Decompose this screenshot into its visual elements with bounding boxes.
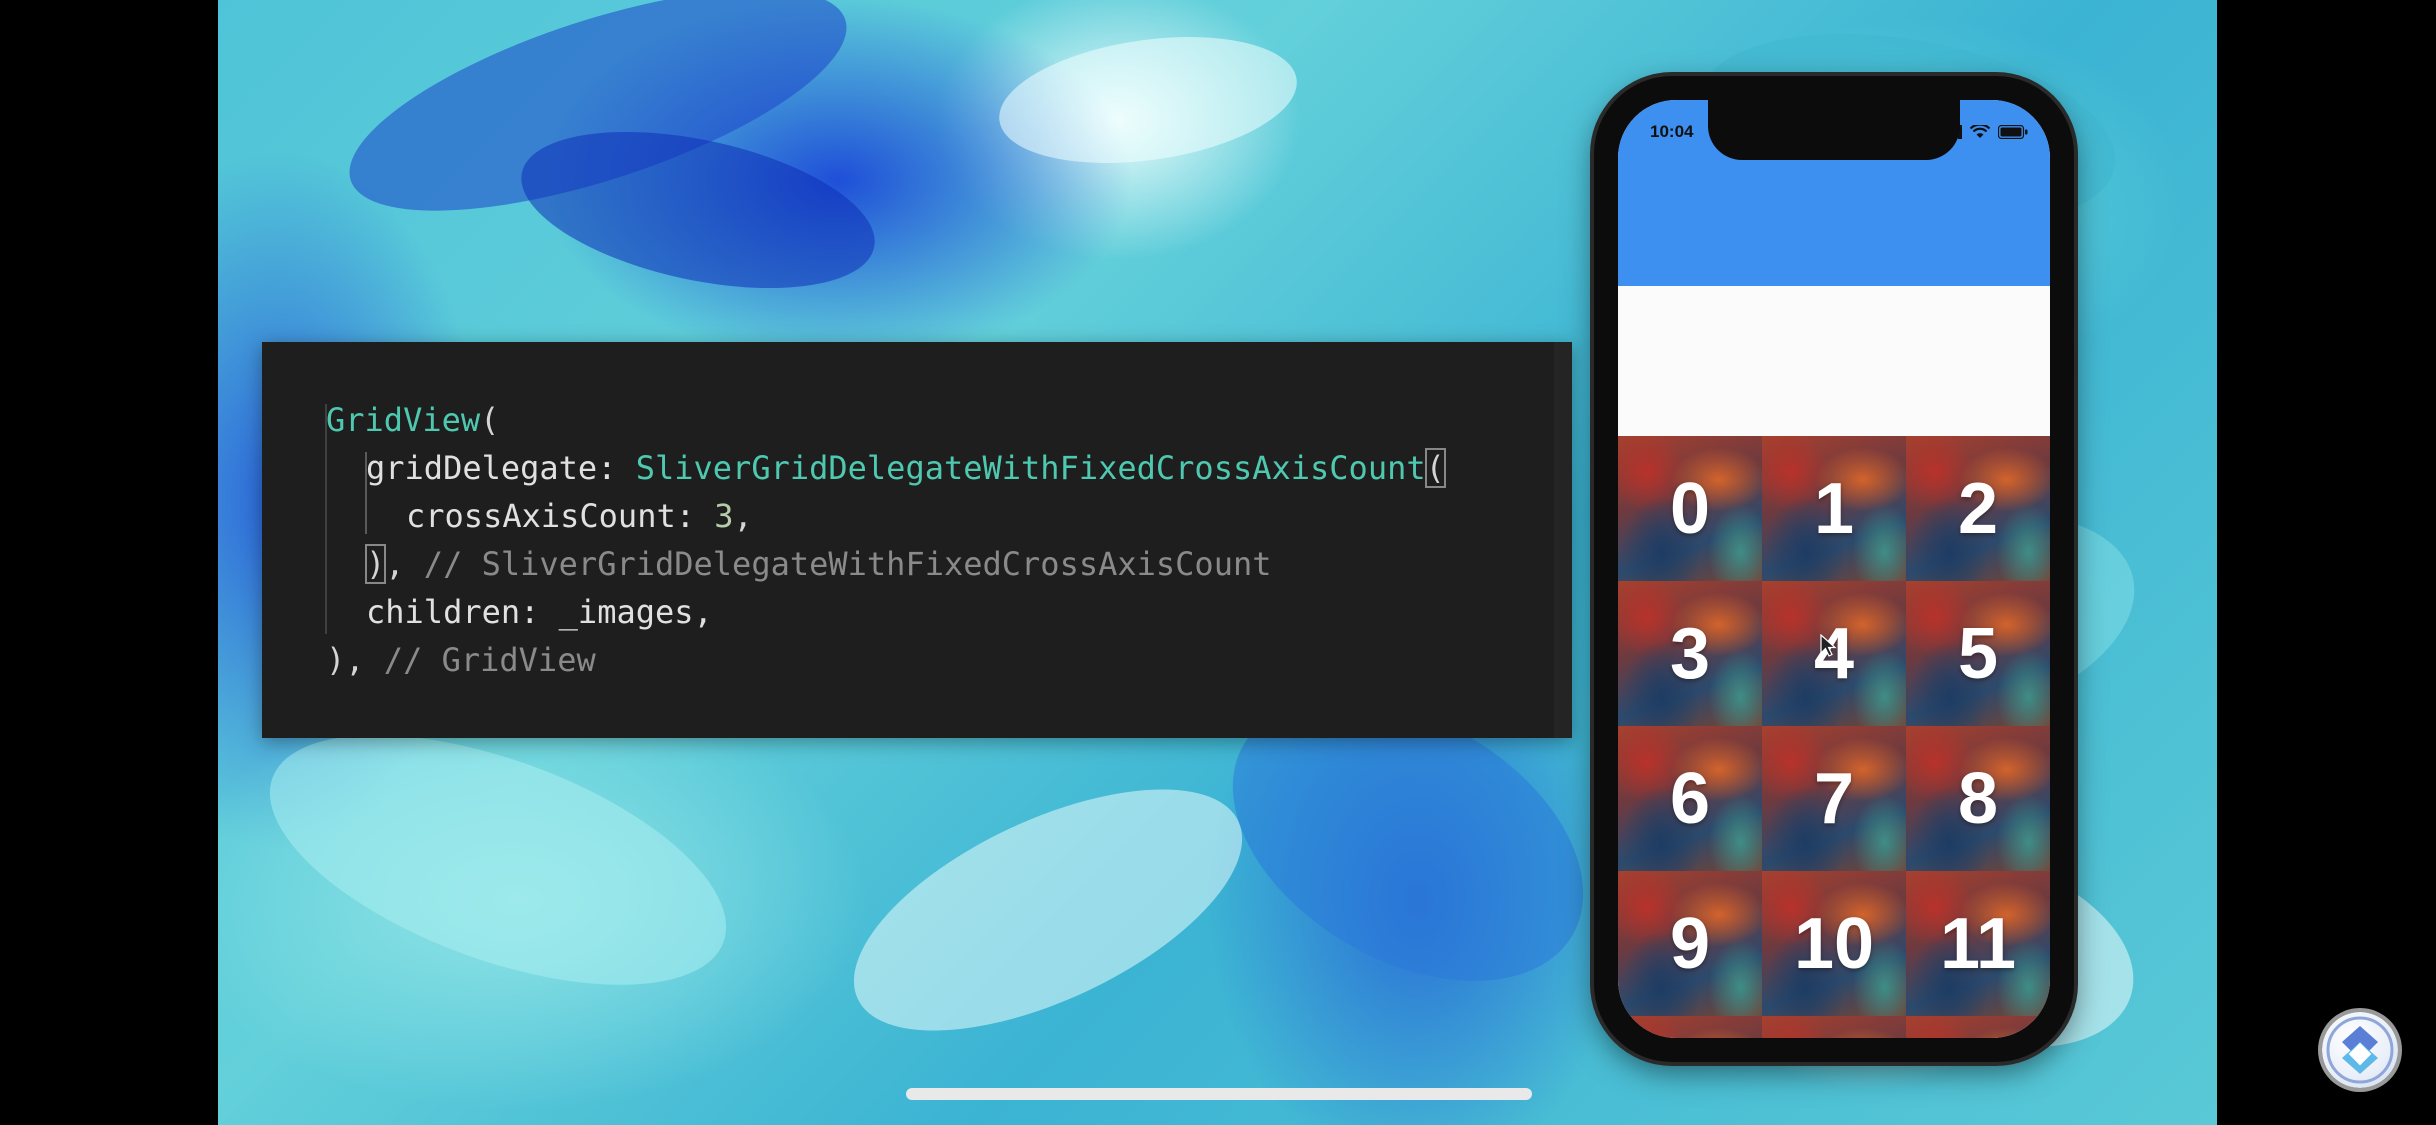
grid-tile[interactable]: 7 bbox=[1762, 726, 1906, 871]
grid-tile-label: 1 bbox=[1813, 468, 1855, 549]
home-indicator[interactable] bbox=[906, 1088, 1532, 1100]
grid-tile[interactable]: 10 bbox=[1762, 871, 1906, 1016]
phone-notch bbox=[1708, 100, 1960, 160]
code-line-2: gridDelegate: SliverGridDelegateWithFixe… bbox=[366, 444, 1446, 492]
grid-tile-label: 5 bbox=[1957, 613, 1999, 694]
battery-icon bbox=[1997, 124, 2028, 143]
code-token: ( bbox=[480, 401, 500, 439]
editor-scroll-edge bbox=[1554, 342, 1572, 738]
grid-tile[interactable]: 8 bbox=[1906, 726, 2050, 871]
code-line-1: GridView( bbox=[326, 396, 499, 444]
code-token: SliverGridDelegateWithFixedCrossAxisCoun… bbox=[635, 449, 1426, 487]
code-line-3: crossAxisCount: 3, bbox=[406, 492, 753, 540]
grid-tile-label: 6 bbox=[1669, 758, 1711, 839]
app-bar bbox=[1618, 174, 2050, 286]
grid-tile[interactable]: 14 bbox=[1906, 1016, 2050, 1038]
grid-tile[interactable]: 1 bbox=[1762, 436, 1906, 581]
code-token: gridDelegate: bbox=[366, 449, 636, 487]
grid-tile[interactable]: 2 bbox=[1906, 436, 2050, 581]
image-grid[interactable]: 01234567891011121314 bbox=[1618, 436, 2050, 1038]
grid-tile-label: 8 bbox=[1957, 758, 1999, 839]
code-token-bracket: ( bbox=[1424, 448, 1446, 488]
code-token: , bbox=[733, 497, 753, 535]
phone-mockup: 10:04 01234567891011121314 bbox=[1594, 76, 2074, 1062]
grid-tile-label: 2 bbox=[1957, 468, 1999, 549]
grid-tile[interactable]: 5 bbox=[1906, 581, 2050, 726]
phone-screen: 10:04 01234567891011121314 bbox=[1618, 100, 2050, 1038]
code-token-number: 3 bbox=[714, 497, 734, 535]
grid-tile[interactable]: 9 bbox=[1618, 871, 1762, 1016]
video-frame: GridView( gridDelegate: SliverGridDelega… bbox=[0, 0, 2436, 1125]
code-line-5: children: _images, bbox=[366, 588, 713, 636]
code-comment: // SliverGridDelegateWithFixedCrossAxisC… bbox=[423, 545, 1272, 583]
grid-tile[interactable]: 12 bbox=[1618, 1016, 1762, 1038]
grid-tile[interactable]: 0 bbox=[1618, 436, 1762, 581]
grid-tile-label: 0 bbox=[1669, 468, 1711, 549]
code-token: children: _images, bbox=[366, 593, 713, 631]
grid-tile-label: 9 bbox=[1669, 903, 1711, 984]
code-line-6: ), // GridView bbox=[326, 636, 596, 684]
code-comment: // GridView bbox=[383, 641, 596, 679]
grid-tile[interactable]: 6 bbox=[1618, 726, 1762, 871]
code-editor-panel: GridView( gridDelegate: SliverGridDelega… bbox=[262, 342, 1572, 738]
code-token: , bbox=[385, 545, 424, 583]
code-token-bracket: ) bbox=[364, 544, 387, 584]
code-token: crossAxisCount: bbox=[406, 497, 715, 535]
code-token: GridView bbox=[326, 401, 481, 439]
grid-tile-label: 7 bbox=[1813, 758, 1855, 839]
app-badge-icon[interactable] bbox=[2322, 1012, 2398, 1088]
code-line-4: ), // SliverGridDelegateWithFixedCrossAx… bbox=[364, 540, 1272, 588]
wifi-icon bbox=[1969, 123, 1991, 143]
grid-tile-label: 3 bbox=[1669, 613, 1711, 694]
code-token: ), bbox=[326, 641, 384, 679]
grid-tile[interactable]: 13 bbox=[1762, 1016, 1906, 1038]
grid-tile[interactable]: 11 bbox=[1906, 871, 2050, 1016]
content-top-area bbox=[1618, 286, 2050, 436]
grid-tile-label: 11 bbox=[1939, 903, 2017, 984]
status-time: 10:04 bbox=[1650, 122, 1694, 141]
grid-tile-label: 10 bbox=[1793, 903, 1875, 984]
grid-tile[interactable]: 3 bbox=[1618, 581, 1762, 726]
